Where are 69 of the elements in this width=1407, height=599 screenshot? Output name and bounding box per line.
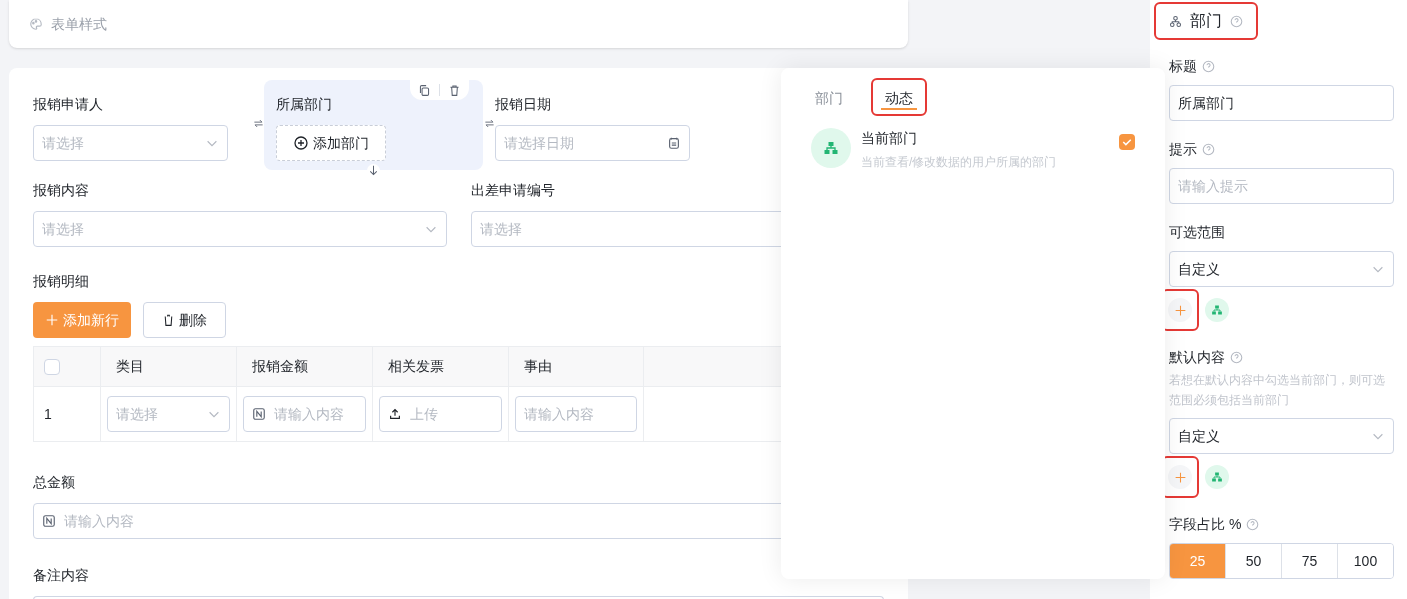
field-label: 出差申请编号 bbox=[471, 181, 556, 200]
column-header: 报销金额 bbox=[252, 357, 308, 376]
field-label: 报销明细 bbox=[33, 272, 90, 291]
add-button[interactable] bbox=[1163, 458, 1197, 496]
column-header: 相关发票 bbox=[388, 357, 444, 376]
number-icon bbox=[42, 514, 56, 528]
input-field[interactable]: 上传 bbox=[379, 396, 502, 432]
help-icon bbox=[1230, 351, 1243, 364]
add-button[interactable] bbox=[1163, 291, 1197, 329]
field-label: 可选范围 bbox=[1169, 223, 1225, 242]
input-field[interactable]: 所属部门 bbox=[1169, 85, 1394, 121]
field-label: 默认内容 bbox=[1169, 348, 1225, 367]
field-label: 报销内容 bbox=[33, 181, 90, 200]
field-label: 报销申请人 bbox=[33, 95, 104, 114]
field-label: 提示 bbox=[1169, 140, 1197, 159]
input-field[interactable]: 自定义 bbox=[1169, 251, 1394, 287]
input-field[interactable]: 自定义 bbox=[1169, 418, 1394, 454]
field-label: 备注内容 bbox=[33, 566, 90, 585]
input-field[interactable]: 请输入提示 bbox=[1169, 168, 1394, 204]
plus-circle-icon bbox=[293, 135, 309, 151]
upload-icon bbox=[388, 407, 402, 421]
input-field[interactable]: 请选择 bbox=[107, 396, 230, 432]
help-icon bbox=[1230, 14, 1243, 28]
tab[interactable]: 动态 bbox=[873, 80, 925, 114]
copy-icon bbox=[418, 83, 431, 97]
card-title: 表单样式 bbox=[51, 14, 107, 34]
input-field[interactable]: 请选择 bbox=[33, 211, 447, 247]
plus-icon bbox=[1173, 470, 1187, 484]
field-label: 标题 bbox=[1169, 57, 1197, 76]
input-field[interactable]: 请选择日期 bbox=[495, 125, 690, 161]
input-field[interactable]: 请输入内容 bbox=[243, 396, 366, 432]
field-note: 若想在默认内容中勾选当前部门，则可选范围必须包括当前部门 bbox=[1169, 372, 1386, 409]
checkbox[interactable] bbox=[44, 358, 60, 375]
plus-icon bbox=[45, 313, 59, 327]
tab[interactable]: 部门 bbox=[805, 80, 853, 114]
org-chart-icon bbox=[1169, 14, 1182, 28]
segment-option[interactable]: 100 bbox=[1337, 544, 1393, 578]
item-title: 当前部门 bbox=[861, 129, 918, 148]
row-number: 1 bbox=[44, 404, 52, 424]
palette-icon bbox=[29, 17, 43, 31]
input-field[interactable]: 请选择 bbox=[33, 125, 228, 161]
panel-title: 部门 bbox=[1190, 11, 1222, 31]
selected-field-block[interactable]: 所属部门 添加部门 bbox=[264, 80, 483, 170]
add-department-button[interactable]: 添加部门 bbox=[276, 125, 386, 161]
plus-icon bbox=[1173, 303, 1187, 317]
field-label: 字段占比 % bbox=[1169, 515, 1242, 534]
field-label: 报销日期 bbox=[495, 95, 552, 114]
field-label: 所属部门 bbox=[276, 95, 333, 114]
trash-icon bbox=[448, 83, 461, 97]
trash-icon bbox=[162, 313, 175, 327]
column-header: 事由 bbox=[524, 357, 552, 376]
calendar-icon bbox=[667, 136, 681, 150]
org-chart-icon bbox=[1211, 471, 1223, 483]
org-chart-icon bbox=[1211, 304, 1223, 316]
delete-button[interactable]: 删除 bbox=[143, 302, 226, 338]
add-row-button[interactable]: 添加新行 bbox=[33, 302, 131, 338]
swap-icon bbox=[252, 118, 264, 129]
org-chart-icon bbox=[823, 140, 839, 156]
check-icon bbox=[1121, 136, 1133, 148]
field-label: 总金额 bbox=[33, 473, 76, 492]
checkbox[interactable] bbox=[1119, 134, 1135, 150]
input-field[interactable]: 请输入内容 bbox=[515, 396, 637, 432]
swap-icon bbox=[483, 118, 495, 129]
help-icon bbox=[1246, 518, 1260, 531]
help-icon bbox=[1202, 60, 1215, 73]
segment-option[interactable]: 25 bbox=[1170, 544, 1225, 578]
help-icon bbox=[1202, 143, 1215, 156]
column-header: 类目 bbox=[116, 357, 144, 376]
number-icon bbox=[252, 407, 266, 421]
